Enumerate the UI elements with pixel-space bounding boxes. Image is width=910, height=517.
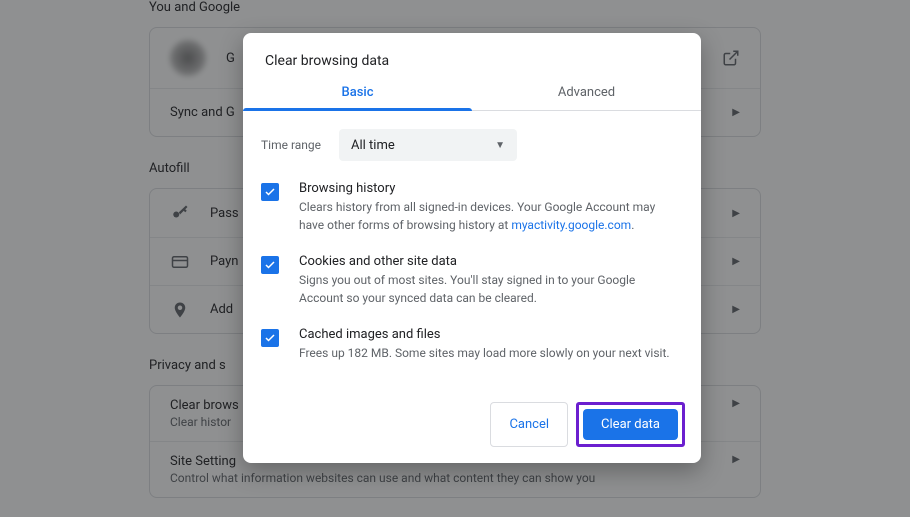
dialog-title: Clear browsing data xyxy=(243,33,701,85)
option-cached: Cached images and files Frees up 182 MB.… xyxy=(261,327,677,362)
tab-basic[interactable]: Basic xyxy=(243,85,472,110)
option-title: Cached images and files xyxy=(299,327,670,342)
dialog-tabs: Basic Advanced xyxy=(243,85,701,111)
option-desc: Clears history from all signed-in device… xyxy=(299,198,677,234)
dialog-body: Time range All time ▼ Browsing history C… xyxy=(243,111,701,388)
myactivity-link[interactable]: myactivity.google.com xyxy=(511,218,631,232)
caret-down-icon: ▼ xyxy=(495,140,505,151)
clear-browsing-data-dialog: Clear browsing data Basic Advanced Time … xyxy=(243,33,701,463)
checkbox-cached[interactable] xyxy=(261,329,279,347)
cancel-button[interactable]: Cancel xyxy=(490,402,568,447)
tab-advanced[interactable]: Advanced xyxy=(472,85,701,110)
clear-data-highlight: Clear data xyxy=(576,402,685,447)
dialog-footer: Cancel Clear data xyxy=(243,388,701,463)
option-browsing-history: Browsing history Clears history from all… xyxy=(261,181,677,234)
time-range-value: All time xyxy=(351,138,395,153)
option-desc: Signs you out of most sites. You'll stay… xyxy=(299,271,677,307)
option-desc: Frees up 182 MB. Some sites may load mor… xyxy=(299,344,670,362)
checkbox-browsing-history[interactable] xyxy=(261,183,279,201)
option-cookies: Cookies and other site data Signs you ou… xyxy=(261,254,677,307)
time-range-row: Time range All time ▼ xyxy=(261,129,677,161)
option-title: Browsing history xyxy=(299,181,677,196)
time-range-select[interactable]: All time ▼ xyxy=(339,129,517,161)
option-title: Cookies and other site data xyxy=(299,254,677,269)
clear-data-button[interactable]: Clear data xyxy=(583,409,678,440)
time-range-label: Time range xyxy=(261,138,321,152)
checkbox-cookies[interactable] xyxy=(261,256,279,274)
